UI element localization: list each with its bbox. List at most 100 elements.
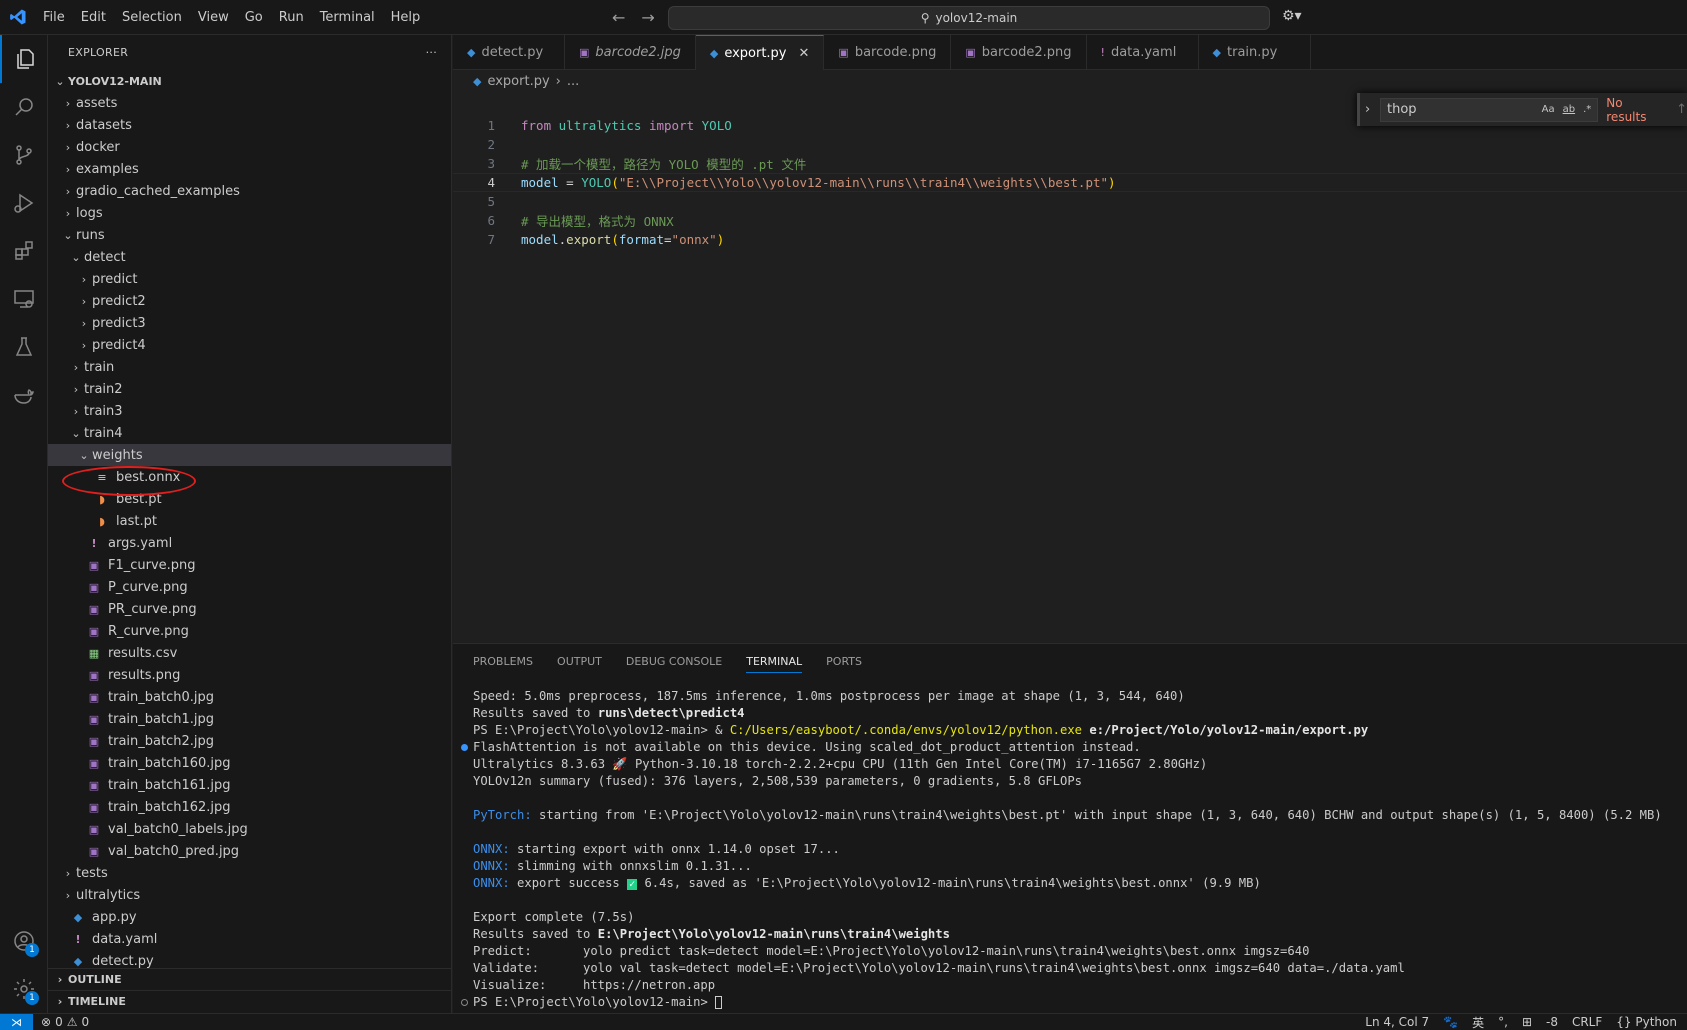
tree-folder[interactable]: › datasets	[48, 114, 451, 136]
tree-file[interactable]: ▣ train_batch0.jpg	[48, 686, 451, 708]
tree-file[interactable]: ! args.yaml	[48, 532, 451, 554]
language-mode[interactable]: {} Python	[1616, 1015, 1677, 1029]
tree-folder[interactable]: ⌄ runs	[48, 224, 451, 246]
tree-folder[interactable]: › train	[48, 356, 451, 378]
tree-file[interactable]: ▣ PR_curve.png	[48, 598, 451, 620]
tree-file[interactable]: ◆ app.py	[48, 906, 451, 928]
command-center-search[interactable]: ⚲ yolov12-main	[668, 6, 1270, 30]
ime-paw-icon[interactable]: 🐾	[1443, 1015, 1458, 1029]
menu-file[interactable]: File	[35, 0, 73, 35]
docker-whale-icon[interactable]	[0, 371, 48, 419]
editor-tab[interactable]: ◆ export.py ✕	[695, 35, 825, 70]
remote-explorer-icon[interactable]	[0, 275, 48, 323]
account-icon[interactable]: 1	[0, 917, 48, 965]
tree-folder[interactable]: › predict4	[48, 334, 451, 356]
tree-file[interactable]: ▣ val_batch0_pred.jpg	[48, 840, 451, 862]
menu-selection[interactable]: Selection	[114, 0, 190, 35]
timeline-section[interactable]: › TIMELINE	[48, 990, 452, 1012]
extensions-icon[interactable]	[0, 227, 48, 275]
tree-folder[interactable]: ⌄ train4	[48, 422, 451, 444]
tree-file[interactable]: ▣ R_curve.png	[48, 620, 451, 642]
project-root[interactable]: ⌄ YOLOV12-MAIN	[48, 70, 451, 92]
back-arrow-icon[interactable]: ←	[612, 8, 625, 27]
tree-folder[interactable]: ⌄ weights	[48, 444, 451, 466]
command-decoration-dot[interactable]	[461, 744, 468, 751]
editor-tab[interactable]: ▣ barcode2.png	[951, 35, 1087, 70]
explorer-icon[interactable]	[0, 35, 48, 83]
panel-tab-ports[interactable]: PORTS	[826, 655, 862, 668]
tree-folder[interactable]: › train3	[48, 400, 451, 422]
remote-indicator-icon[interactable]: ⋊	[0, 1013, 33, 1030]
toggle-replace-chevron-icon[interactable]: ›	[1365, 102, 1370, 117]
tree-folder[interactable]: › predict2	[48, 290, 451, 312]
menu-edit[interactable]: Edit	[73, 0, 114, 35]
tree-folder[interactable]: › predict	[48, 268, 451, 290]
tree-folder[interactable]: ⌄ detect	[48, 246, 451, 268]
tree-file[interactable]: ◗ best.pt	[48, 488, 451, 510]
tree-file[interactable]: ▣ train_batch162.jpg	[48, 796, 451, 818]
tree-file[interactable]: ▣ results.png	[48, 664, 451, 686]
tree-file[interactable]: ▣ train_batch161.jpg	[48, 774, 451, 796]
ime-language[interactable]: 英	[1472, 1014, 1484, 1030]
panel-tab-problems[interactable]: PROBLEMS	[473, 655, 533, 668]
close-tab-icon[interactable]: ✕	[799, 46, 810, 61]
tree-file[interactable]: ▣ P_curve.png	[48, 576, 451, 598]
ime-grid-icon[interactable]: ⊞	[1522, 1015, 1532, 1029]
tree-file[interactable]: ▣ F1_curve.png	[48, 554, 451, 576]
panel-tab-output[interactable]: OUTPUT	[557, 655, 602, 668]
forward-arrow-icon[interactable]: →	[641, 8, 654, 27]
search-view-icon[interactable]	[0, 83, 48, 131]
menu-view[interactable]: View	[190, 0, 237, 35]
problems-status[interactable]: ⊗ 0 ⚠ 0	[41, 1015, 89, 1029]
tree-folder[interactable]: › docker	[48, 136, 451, 158]
cursor-position[interactable]: Ln 4, Col 7	[1365, 1015, 1429, 1029]
editor-tab[interactable]: ▣ barcode.png	[824, 35, 952, 70]
menu-run[interactable]: Run	[271, 0, 312, 35]
code-editor[interactable]: 1 from ultralytics import YOLO 2 3 # 加载一…	[453, 92, 1687, 652]
menu-go[interactable]: Go	[237, 0, 271, 35]
menu-help[interactable]: Help	[383, 0, 429, 35]
ime-punctuation-icon[interactable]: °,	[1498, 1015, 1508, 1029]
source-control-icon[interactable]	[0, 131, 48, 179]
tree-file[interactable]: ▣ train_batch1.jpg	[48, 708, 451, 730]
run-debug-icon[interactable]	[0, 179, 48, 227]
tree-folder[interactable]: › ultralytics	[48, 884, 451, 906]
editor-tab[interactable]: ◆ detect.py	[453, 35, 565, 70]
tree-file[interactable]: ▦ results.csv	[48, 642, 451, 664]
match-word-toggle[interactable]: ab	[1563, 104, 1575, 115]
encoding[interactable]: -8	[1546, 1015, 1558, 1029]
settings-gear-icon[interactable]: 1	[0, 965, 48, 1013]
terminal-output[interactable]: Speed: 5.0ms preprocess, 187.5ms inferen…	[461, 688, 1662, 1011]
panel-tab-debug-console[interactable]: DEBUG CONSOLE	[626, 655, 722, 668]
regex-toggle[interactable]: .*	[1583, 104, 1591, 115]
tree-file[interactable]: ▣ train_batch160.jpg	[48, 752, 451, 774]
line-ending[interactable]: CRLF	[1572, 1015, 1602, 1029]
more-actions-icon[interactable]: ···	[426, 46, 437, 59]
tree-folder[interactable]: › assets	[48, 92, 451, 114]
tree-file[interactable]: ▣ train_batch2.jpg	[48, 730, 451, 752]
netron-link[interactable]: https://netron.app	[583, 978, 715, 992]
tree-file[interactable]: ◗ last.pt	[48, 510, 451, 532]
testing-flask-icon[interactable]	[0, 323, 48, 371]
tree-folder[interactable]: › gradio_cached_examples	[48, 180, 451, 202]
command-decoration-dot[interactable]	[461, 999, 468, 1006]
copilot-icon[interactable]: ⚙▾	[1282, 8, 1302, 24]
tree-file[interactable]: ! data.yaml	[48, 928, 451, 950]
tree-file[interactable]: ▣ val_batch0_labels.jpg	[48, 818, 451, 840]
editor-tab[interactable]: ◆ train.py	[1199, 35, 1311, 70]
find-input[interactable]: thop Aa ab .*	[1380, 97, 1599, 122]
tree-folder[interactable]: › predict3	[48, 312, 451, 334]
editor-tab[interactable]: ! data.yaml	[1087, 35, 1199, 70]
tree-folder[interactable]: › logs	[48, 202, 451, 224]
menu-terminal[interactable]: Terminal	[312, 0, 383, 35]
tree-folder[interactable]: › examples	[48, 158, 451, 180]
breadcrumb-rest[interactable]: ...	[567, 74, 579, 89]
breadcrumb-file[interactable]: export.py	[487, 74, 549, 89]
tree-file[interactable]: ≡ best.onnx	[48, 466, 451, 488]
match-case-toggle[interactable]: Aa	[1542, 104, 1555, 115]
panel-tab-terminal[interactable]: TERMINAL	[746, 655, 803, 673]
tree-folder[interactable]: › train2	[48, 378, 451, 400]
tree-folder[interactable]: › tests	[48, 862, 451, 884]
outline-section[interactable]: › OUTLINE	[48, 968, 452, 990]
editor-tab[interactable]: ▣ barcode2.jpg	[565, 35, 696, 70]
